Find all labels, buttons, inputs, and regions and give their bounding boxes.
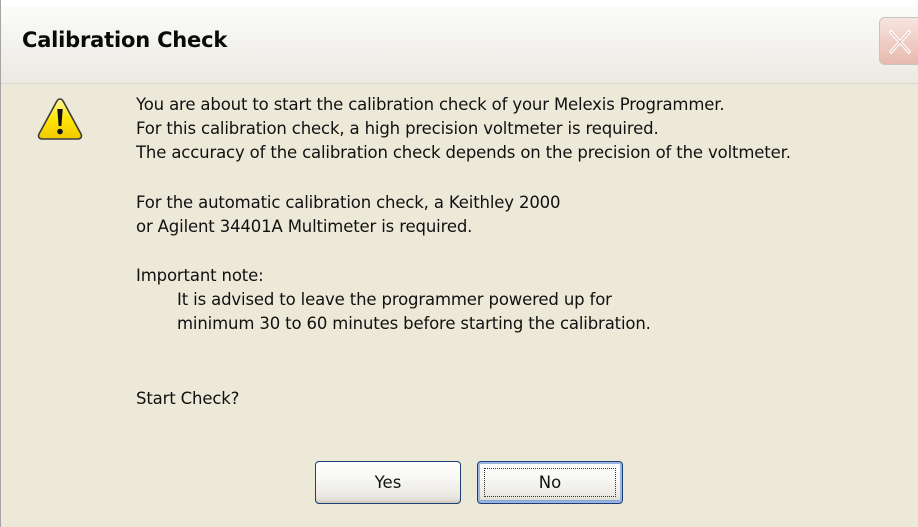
message-line-8: minimum 30 to 60 minutes before starting… (177, 314, 651, 333)
close-x-icon (889, 30, 911, 54)
yes-button-label: Yes (374, 473, 402, 492)
question-text: Start Check? (136, 389, 240, 408)
message-line-2: For this calibration check, a high preci… (136, 119, 659, 138)
close-button[interactable] (879, 17, 918, 65)
no-button[interactable]: No (477, 461, 623, 504)
message-line-3: The accuracy of the calibration check de… (136, 143, 791, 162)
yes-button[interactable]: Yes (315, 461, 461, 504)
title-bar-edge (1, 0, 918, 6)
dialog-window: Calibration Check You are about to start… (0, 0, 918, 527)
message-line-7: It is advised to leave the programmer po… (177, 290, 612, 309)
no-button-label: No (538, 473, 562, 492)
warning-icon (37, 98, 83, 140)
message-line-5: or Agilent 34401A Multimeter is required… (136, 217, 473, 236)
message-line-1: You are about to start the calibration c… (136, 95, 725, 114)
message-line-4: For the automatic calibration check, a K… (136, 193, 561, 212)
dialog-body: You are about to start the calibration c… (1, 84, 918, 527)
dialog-title: Calibration Check (22, 28, 228, 52)
title-bar[interactable]: Calibration Check (1, 0, 918, 84)
important-note-heading: Important note: (136, 266, 264, 285)
